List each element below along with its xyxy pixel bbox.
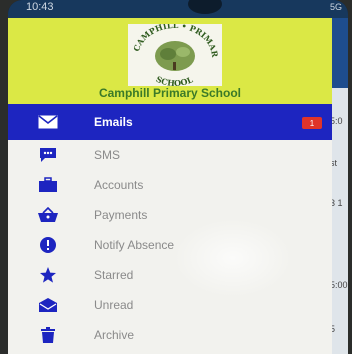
drawer-header: CAMPHILL • PRIMARY SCHOOL Camphill Prima… — [8, 16, 332, 104]
status-time: 10:43 — [26, 1, 54, 13]
alert-icon — [30, 230, 66, 260]
unread-count-badge: 1 — [302, 117, 322, 129]
message-icon — [30, 140, 66, 170]
phone-screen: 10:43 5G 5:0 st 3 1 5:00 5 CAMPHILL • PR… — [8, 0, 348, 354]
star-icon — [30, 260, 66, 290]
menu-item-label: Payments — [94, 208, 148, 222]
menu-item-starred[interactable]: Starred — [8, 260, 332, 290]
menu-item-label: Starred — [94, 268, 134, 282]
status-bar: 10:43 5G — [8, 0, 348, 18]
menu-item-notify-absence[interactable]: Notify Absence — [8, 230, 332, 260]
menu-item-label: Accounts — [94, 178, 144, 192]
school-name: Camphill Primary School — [98, 86, 242, 100]
signal-indicator: 5G — [329, 2, 342, 12]
camera-cutout — [188, 0, 222, 14]
menu-item-unread[interactable]: Unread — [8, 290, 332, 320]
menu-item-label: Emails — [94, 115, 133, 129]
menu-item-payments[interactable]: Payments — [8, 200, 332, 230]
menu-item-label: Archive — [94, 328, 135, 342]
background-snippet: 5:00 — [330, 280, 348, 290]
menu-item-label: SMS — [94, 148, 121, 162]
trash-icon — [30, 320, 66, 350]
menu-item-label: Unread — [94, 298, 134, 312]
menu-item-sms[interactable]: SMS — [8, 140, 332, 170]
open-envelope-icon — [30, 290, 66, 320]
basket-icon — [30, 200, 66, 230]
menu-item-label: Notify Absence — [94, 238, 175, 252]
menu-item-accounts[interactable]: Accounts — [8, 170, 332, 200]
envelope-icon — [30, 104, 66, 140]
drawer-menu: Emails 1 SMS Accounts Payments Notify Ab… — [8, 104, 332, 350]
navigation-drawer: CAMPHILL • PRIMARY SCHOOL Camphill Prima… — [8, 16, 332, 354]
school-logo: CAMPHILL • PRIMARY SCHOOL — [124, 16, 222, 88]
menu-item-emails[interactable]: Emails 1 — [8, 104, 332, 140]
menu-item-archive[interactable]: Archive — [8, 320, 332, 350]
briefcase-icon — [30, 170, 66, 200]
